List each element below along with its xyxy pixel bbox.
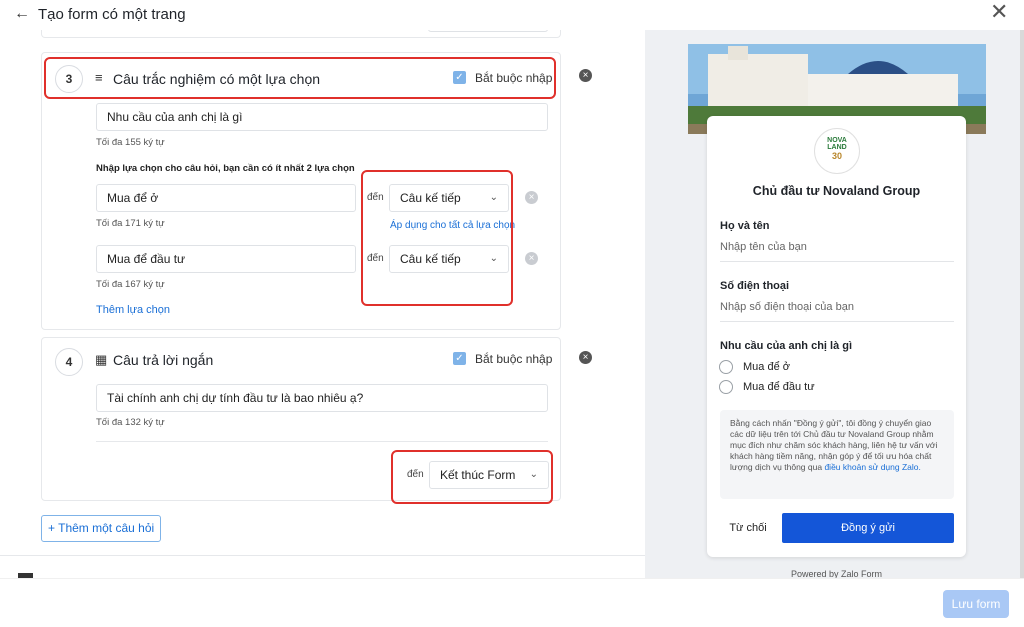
page-title: Tạo form có một trang (38, 6, 186, 23)
add-option-link[interactable]: Thêm lựa chọn (96, 304, 170, 316)
radio-label-1: Mua để ở (743, 361, 790, 373)
question-number: 4 (55, 348, 83, 376)
section-divider (0, 555, 645, 556)
required-label: Bắt buộc nhập (475, 352, 553, 366)
option-char-limit-1: Tối đa 171 ký tự (96, 218, 165, 229)
header-bar: ← Tạo form có một trang ✕ (0, 0, 1024, 30)
preview-name-input[interactable]: Nhập tên của bạn (720, 241, 807, 253)
plus-icon: + (48, 521, 59, 535)
add-question-button[interactable]: + Thêm một câu hỏi (41, 515, 161, 542)
divider (96, 441, 548, 442)
question-title: Câu trả lời ngắn (113, 352, 214, 368)
short-answer-icon: ▦ (95, 352, 108, 367)
delete-question-icon[interactable]: × (579, 351, 592, 364)
radio-option-1[interactable] (719, 360, 733, 374)
logo-text-num: 30 (831, 151, 842, 161)
agree-submit-button[interactable]: Đồng ý gửi (782, 513, 954, 543)
previous-question-card (41, 30, 561, 38)
radio-option-2[interactable] (719, 380, 733, 394)
delete-option-icon[interactable]: × (525, 191, 538, 204)
consent-box: Bằng cách nhấn "Đồng ý gửi", tôi đồng ý … (720, 410, 954, 499)
footer-bar (0, 578, 1024, 627)
arrow-left-icon[interactable]: ← (14, 5, 30, 23)
preview-phone-input[interactable]: Nhập số điện thoại của bạn (720, 301, 854, 313)
question-text-input[interactable]: Nhu cầu của anh chị là gì (96, 103, 548, 131)
highlight-question-title (44, 57, 556, 99)
divider (720, 321, 954, 322)
option-char-limit-2: Tối đa 167 ký tự (96, 279, 165, 290)
required-checkbox[interactable]: ✓ (453, 352, 466, 365)
option-input-1[interactable]: Mua để ở (96, 184, 356, 212)
preview-choice-question: Nhu cầu của anh chị là gì (720, 340, 853, 352)
preview-field-label-name: Họ và tên (720, 220, 770, 232)
divider (720, 261, 954, 262)
scrollbar[interactable] (1020, 30, 1024, 578)
logo-text-mid: LAND (827, 144, 847, 151)
novaland-logo: NOVA LAND 30 (814, 128, 860, 174)
question-text-input[interactable]: Tài chính anh chị dự tính đầu tư là bao … (96, 384, 548, 412)
close-icon[interactable]: ✕ (990, 1, 1008, 23)
question-char-limit: Tối đa 155 ký tự (96, 137, 165, 148)
preview-field-label-phone: Số điện thoại (720, 280, 790, 292)
save-form-button[interactable]: Lưu form (943, 590, 1009, 618)
highlight-goto-options (361, 170, 513, 306)
delete-question-icon[interactable]: × (579, 69, 592, 82)
preview-form-title: Chủ đầu tư Novaland Group (752, 184, 921, 198)
delete-option-icon[interactable]: × (525, 252, 538, 265)
options-instruction: Nhập lựa chọn cho câu hỏi, bạn cần có ít… (96, 163, 355, 174)
logo-text-top: NOVA (827, 137, 847, 144)
option-input-2[interactable]: Mua để đầu tư (96, 245, 356, 273)
previous-goto-select[interactable] (428, 30, 548, 32)
highlight-goto-end (391, 450, 553, 504)
add-question-label: Thêm một câu hỏi (58, 521, 155, 535)
reject-button[interactable]: Từ chối (720, 513, 776, 543)
terms-link[interactable]: điều khoản sử dụng Zalo. (824, 462, 920, 472)
radio-label-2: Mua để đầu tư (743, 381, 815, 393)
question-char-limit: Tối đa 132 ký tự (96, 417, 165, 428)
